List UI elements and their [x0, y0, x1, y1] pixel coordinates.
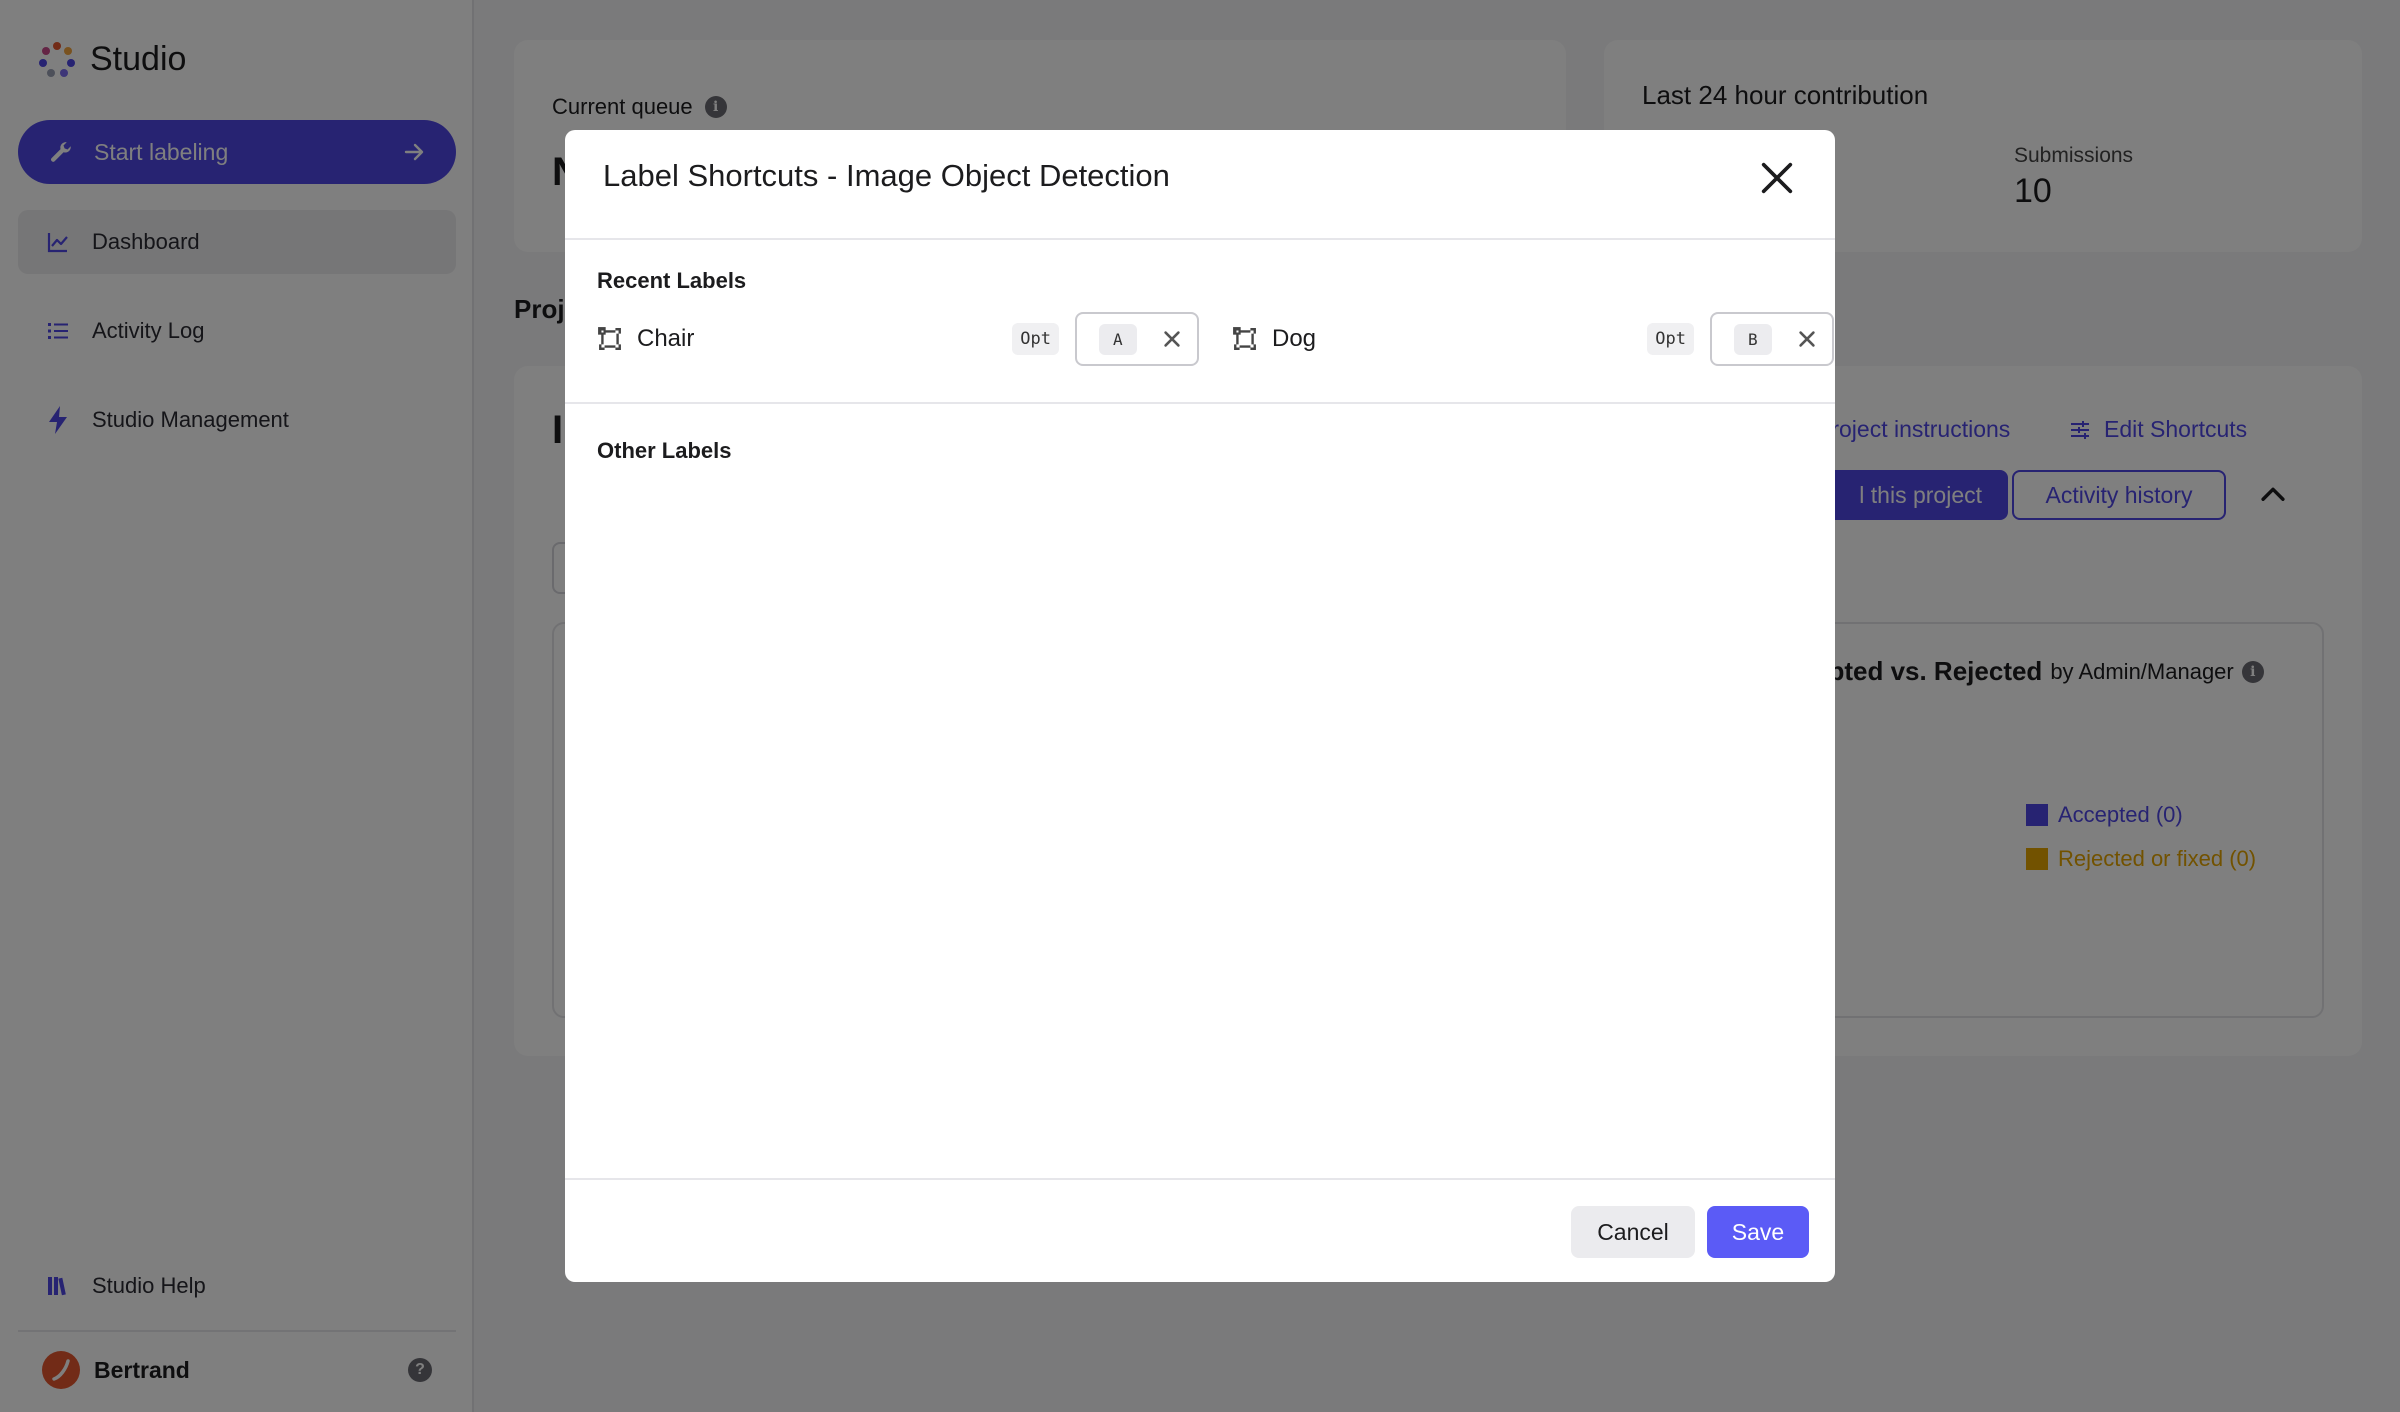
shortcut-key-input[interactable]: B [1710, 312, 1834, 366]
save-button[interactable]: Save [1707, 1206, 1809, 1258]
other-labels-heading: Other Labels [597, 438, 732, 463]
recent-labels-section: Recent Labels Chair Opt A Dog Opt B [565, 240, 1835, 404]
label-shortcut-row: Dog Opt B [1232, 312, 1834, 366]
label-shortcuts-dialog: Label Shortcuts - Image Object Detection… [565, 130, 1835, 1282]
label-shortcut-row: Chair Opt A [597, 312, 1199, 366]
recent-labels-heading: Recent Labels [597, 268, 747, 293]
shortcut-key: A [1099, 323, 1137, 355]
label-name: Chair [637, 325, 695, 352]
cancel-button[interactable]: Cancel [1571, 1206, 1695, 1258]
clear-shortcut-icon[interactable] [1161, 328, 1183, 350]
shortcut-key: B [1734, 323, 1772, 355]
label-name: Dog [1272, 325, 1317, 352]
modal-footer: Cancel Save [565, 1178, 1835, 1282]
modal-header: Label Shortcuts - Image Object Detection [565, 130, 1835, 240]
clear-shortcut-icon[interactable] [1796, 328, 1818, 350]
close-icon[interactable] [1757, 158, 1797, 198]
shortcut-key-input[interactable]: A [1075, 312, 1199, 366]
modifier-key: Opt [1647, 323, 1694, 355]
modifier-key: Opt [1012, 323, 1059, 355]
bounding-box-icon [1233, 327, 1256, 350]
bounding-box-icon [598, 327, 621, 350]
modal-title: Label Shortcuts - Image Object Detection [603, 158, 1170, 193]
